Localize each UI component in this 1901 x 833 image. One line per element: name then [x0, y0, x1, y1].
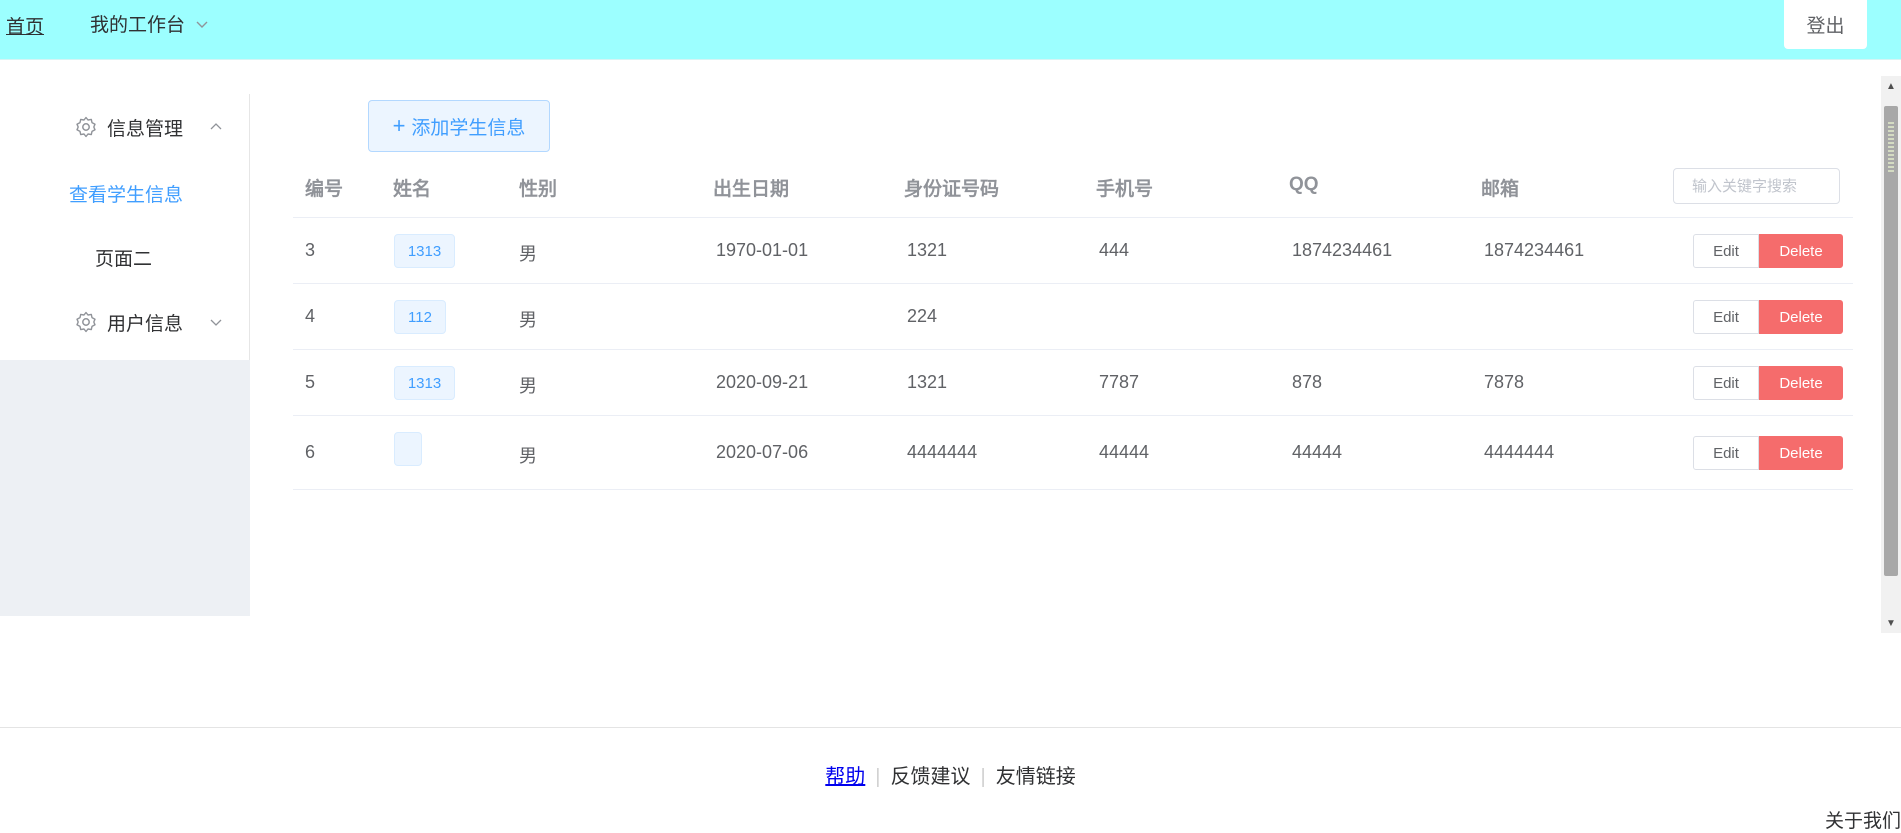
cell-qq: 44444 — [1292, 442, 1343, 462]
search-input[interactable] — [1673, 168, 1840, 204]
sidebar-item-label: 页面二 — [95, 248, 153, 270]
scrollbar-grip — [1888, 122, 1894, 172]
cell-idcard: 1321 — [907, 372, 948, 392]
cell-qq: 1874234461 — [1292, 240, 1393, 260]
chevron-down-icon — [196, 21, 208, 28]
cell-id: 6 — [305, 442, 316, 462]
sidebar: 信息管理 查看学生信息 页面二 用户信息 — [0, 94, 250, 616]
cell-phone: 444 — [1099, 240, 1130, 260]
cell-birthdate: 2020-09-21 — [716, 372, 809, 392]
sidebar-item-page-two[interactable]: 页面二 — [0, 225, 249, 289]
delete-button[interactable]: Delete — [1759, 300, 1843, 334]
edit-button[interactable]: Edit — [1693, 300, 1759, 334]
cell-id: 4 — [305, 306, 316, 326]
add-student-button[interactable]: + 添加学生信息 — [368, 100, 550, 152]
sidebar-background — [0, 360, 250, 616]
student-table: 编号 姓名 性别 出生日期 身份证号码 手机号 QQ 邮箱 3 1313 男 1… — [293, 152, 1853, 490]
name-tag: 112 — [394, 300, 446, 334]
cell-email: 1874234461 — [1484, 240, 1585, 260]
cell-id: 3 — [305, 240, 316, 260]
column-header-birthdate: 出生日期 — [713, 179, 790, 200]
sidebar-group-user-info[interactable]: 用户信息 — [0, 289, 249, 355]
scroll-down-arrow-icon[interactable]: ▼ — [1881, 613, 1901, 633]
table-row: 3 1313 男 1970-01-01 1321 444 1874234461 … — [293, 218, 1853, 284]
name-tag: 1313 — [394, 366, 455, 400]
edit-button[interactable]: Edit — [1693, 436, 1759, 470]
plus-icon: + — [392, 113, 406, 138]
nav-workspace-dropdown[interactable]: 我的工作台 — [90, 10, 209, 37]
vertical-scrollbar[interactable]: ▲ ▼ — [1881, 76, 1901, 633]
cell-id: 5 — [305, 372, 316, 392]
column-header-gender: 性别 — [519, 179, 558, 200]
add-student-label: 添加学生信息 — [411, 117, 526, 139]
table-header: 编号 姓名 性别 出生日期 身份证号码 手机号 QQ 邮箱 — [293, 152, 1853, 218]
column-header-name: 姓名 — [393, 179, 432, 200]
delete-button[interactable]: Delete — [1759, 436, 1843, 470]
column-header-id: 编号 — [305, 179, 344, 200]
cell-birthdate: 1970-01-01 — [716, 240, 809, 260]
sidebar-menu: 信息管理 查看学生信息 页面二 用户信息 — [0, 94, 250, 360]
cell-phone: 7787 — [1099, 372, 1140, 392]
chevron-down-icon — [210, 319, 222, 326]
table-row: 6 男 2020-07-06 4444444 44444 44444 44444… — [293, 416, 1853, 490]
footer-about-us[interactable]: 关于我们 — [1825, 806, 1901, 833]
sidebar-item-label: 查看学生信息 — [69, 184, 184, 206]
footer-link-friends[interactable]: 友情链接 — [996, 760, 1076, 789]
delete-button[interactable]: Delete — [1759, 234, 1843, 268]
cell-gender: 男 — [519, 376, 537, 396]
footer-separator: | — [980, 766, 986, 788]
cell-idcard: 4444444 — [907, 442, 978, 462]
column-header-qq: QQ — [1289, 174, 1319, 195]
cell-email: 4444444 — [1484, 442, 1555, 462]
cell-qq: 878 — [1292, 372, 1323, 392]
cell-idcard: 1321 — [907, 240, 948, 260]
table-row: 4 112 男 224 Edit Delete — [293, 284, 1853, 350]
edit-button[interactable]: Edit — [1693, 234, 1759, 268]
chevron-up-icon — [210, 123, 222, 130]
edit-button[interactable]: Edit — [1693, 366, 1759, 400]
cell-gender: 男 — [519, 446, 537, 466]
footer-divider — [0, 727, 1901, 728]
cell-phone: 44444 — [1099, 442, 1150, 462]
nav-workspace-label: 我的工作台 — [90, 15, 186, 36]
column-header-phone: 手机号 — [1096, 179, 1154, 200]
column-header-email: 邮箱 — [1481, 179, 1520, 200]
gear-icon — [76, 116, 96, 138]
sidebar-group-info-management[interactable]: 信息管理 — [0, 94, 249, 160]
sidebar-group-label: 信息管理 — [107, 118, 184, 140]
cell-gender: 男 — [519, 244, 537, 264]
scroll-up-arrow-icon[interactable]: ▲ — [1881, 76, 1901, 96]
footer-link-help[interactable]: 帮助 — [825, 760, 865, 789]
delete-button[interactable]: Delete — [1759, 366, 1843, 400]
cell-birthdate: 2020-07-06 — [716, 442, 809, 462]
cell-gender: 男 — [519, 310, 537, 330]
column-header-idcard: 身份证号码 — [904, 179, 1000, 200]
nav-home-link[interactable]: 首页 — [6, 12, 44, 39]
footer-links: 帮助 | 反馈建议 | 友情链接 — [0, 760, 1901, 789]
name-tag: 1313 — [394, 234, 455, 268]
logout-button[interactable]: 登出 — [1784, 0, 1867, 49]
table-row: 5 1313 男 2020-09-21 1321 7787 878 7878 E… — [293, 350, 1853, 416]
footer-link-feedback[interactable]: 反馈建议 — [891, 760, 971, 789]
name-tag — [394, 432, 422, 466]
sidebar-group-label: 用户信息 — [107, 313, 184, 335]
gear-icon — [76, 311, 96, 333]
top-nav-bar: 首页 我的工作台 登出 — [0, 0, 1901, 60]
scrollbar-thumb[interactable] — [1884, 106, 1898, 576]
sidebar-item-view-students[interactable]: 查看学生信息 — [0, 161, 249, 225]
cell-email: 7878 — [1484, 372, 1525, 392]
footer-separator: | — [875, 766, 881, 788]
cell-idcard: 224 — [907, 306, 938, 326]
